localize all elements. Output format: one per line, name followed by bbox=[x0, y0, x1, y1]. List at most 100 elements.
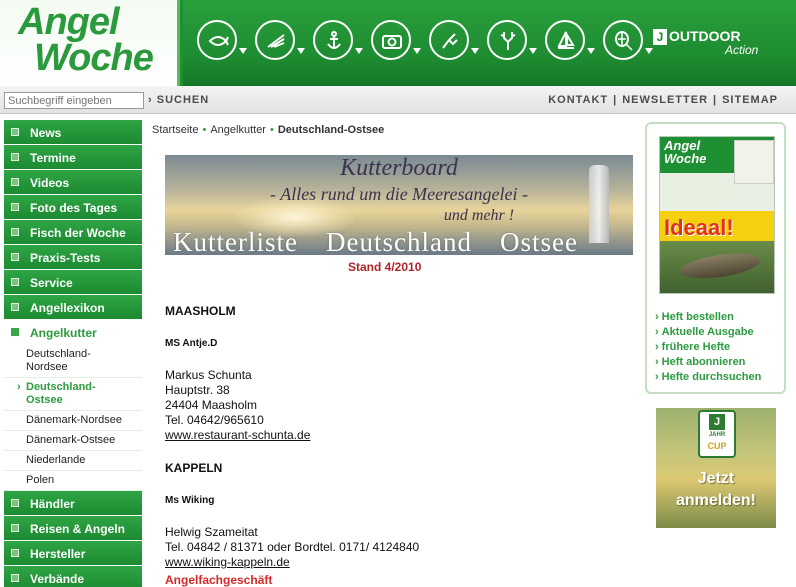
kutter-list: MAASHOLM MS Antje.D Markus Schunta Haupt… bbox=[165, 304, 635, 587]
sidebar-item-foto-des-tages[interactable]: Foto des Tages bbox=[4, 195, 142, 220]
contact-name: Helwig Szameitat bbox=[165, 525, 258, 539]
link-label: Heft bestellen bbox=[661, 311, 734, 323]
cover-logo: Angel Woche bbox=[664, 139, 706, 165]
link-label: Aktuelle Ausgabe bbox=[661, 326, 754, 338]
fishing-icon[interactable] bbox=[193, 18, 251, 66]
sidebar-item-label: Reisen & Angeln bbox=[30, 522, 125, 536]
link-label: frühere Hefte bbox=[661, 341, 731, 353]
sidebar-item-verbaende[interactable]: Verbände bbox=[4, 566, 142, 587]
sidebar-item-label: Fisch der Woche bbox=[30, 226, 126, 240]
sidebar-item-termine[interactable]: Termine bbox=[4, 145, 142, 170]
breadcrumb-separator: • bbox=[202, 124, 207, 136]
badge-cup: CUP bbox=[707, 441, 727, 451]
stand-date: Stand 4/2010 bbox=[348, 260, 422, 274]
sidebar-subitem-daenemark-ostsee[interactable]: Dänemark-Ostsee bbox=[4, 431, 142, 451]
chevron-down-icon[interactable] bbox=[355, 48, 363, 54]
banner-word-kutterliste: Kutterliste bbox=[173, 227, 298, 255]
chevron-down-icon[interactable] bbox=[413, 48, 421, 54]
sidebar-subitem-deutschland-ostsee[interactable]: › Deutschland- Ostsee bbox=[4, 378, 142, 411]
sidebar-subitem-deutschland-nordsee[interactable]: Deutschland- Nordsee bbox=[4, 345, 142, 378]
phone-number: Tel. 04842 / 81371 oder Bordtel. 0171/ 4… bbox=[165, 540, 420, 554]
sidebar-item-label: News bbox=[30, 126, 62, 140]
top-links: KONTAKT | NEWSLETTER | SITEMAP bbox=[548, 94, 778, 106]
banner-subtitle: - Alles rund um die Meeresangelei - bbox=[270, 184, 528, 204]
link-heft-abonnieren[interactable]: › Heft abonnieren bbox=[655, 355, 761, 370]
chevron-down-icon[interactable] bbox=[239, 48, 247, 54]
sidebar-subitem-niederlande[interactable]: Niederlande bbox=[4, 451, 142, 471]
chevron-down-icon[interactable] bbox=[645, 48, 653, 54]
search-bar: › SUCHEN KONTAKT | NEWSLETTER | SITEMAP bbox=[0, 86, 796, 114]
sidebar-item-videos[interactable]: Videos bbox=[4, 170, 142, 195]
sidebar-item-praxis-tests[interactable]: Praxis-Tests bbox=[4, 245, 142, 270]
hunting-icon[interactable] bbox=[425, 18, 483, 66]
square-bullet-icon bbox=[11, 574, 19, 582]
promo-cta: Jetzt anmelden! bbox=[656, 468, 776, 512]
badge-letter: J bbox=[709, 414, 725, 430]
sitemap-link[interactable]: SITEMAP bbox=[722, 94, 778, 106]
sidebar-item-news[interactable]: News bbox=[4, 120, 142, 145]
chevron-down-icon[interactable] bbox=[471, 48, 479, 54]
chevron-down-icon[interactable] bbox=[529, 48, 537, 54]
search-button[interactable]: › SUCHEN bbox=[148, 94, 209, 106]
magazine-cover-image[interactable]: Angel Woche Ideaal! bbox=[659, 136, 775, 294]
sidebar-item-label: Foto des Tages bbox=[30, 201, 118, 215]
breadcrumb-separator: • bbox=[269, 124, 274, 136]
sidebar-item-label: Angelkutter bbox=[30, 326, 97, 340]
sidebar-item-reisen-angeln[interactable]: Reisen & Angeln bbox=[4, 516, 142, 541]
link-fruehere-hefte[interactable]: › frühere Hefte bbox=[655, 340, 761, 355]
link-hefte-durchsuchen[interactable]: › Hefte durchsuchen bbox=[655, 370, 761, 385]
arrow-icon: › bbox=[655, 341, 659, 353]
sidebar-item-label: Verbände bbox=[30, 572, 85, 586]
website-link[interactable]: www.restaurant-schunta.de bbox=[165, 428, 310, 442]
square-bullet-icon bbox=[11, 153, 19, 161]
sidebar-subitem-daenemark-nordsee[interactable]: Dänemark-Nordsee bbox=[4, 411, 142, 431]
phone-number: Tel. 04642/965610 bbox=[165, 413, 264, 427]
website-link[interactable]: www.wiking-kappeln.de bbox=[165, 555, 290, 569]
sidebar-item-service[interactable]: Service bbox=[4, 270, 142, 295]
sidebar-subitem-label-line1: Deutschland- bbox=[26, 381, 96, 393]
chevron-down-icon[interactable] bbox=[297, 48, 305, 54]
contact-name: Markus Schunta bbox=[165, 368, 252, 382]
sidebar-subitem-polen[interactable]: Polen bbox=[4, 471, 142, 491]
sidebar-item-angelkutter[interactable]: Angelkutter bbox=[4, 320, 142, 345]
link-aktuelle-ausgabe[interactable]: › Aktuelle Ausgabe bbox=[655, 325, 761, 340]
section-heading-angelfachgeschaeft: Angelfachgeschäft bbox=[165, 573, 273, 587]
separator: | bbox=[713, 94, 718, 106]
tennis-icon[interactable] bbox=[599, 18, 657, 66]
contact-link[interactable]: KONTAKT bbox=[548, 94, 608, 106]
sidebar-item-haendler[interactable]: Händler bbox=[4, 491, 142, 516]
breadcrumb-current: Deutschland-Ostsee bbox=[277, 124, 385, 136]
region-heading: MAASHOLM bbox=[165, 304, 236, 318]
square-bullet-icon bbox=[11, 128, 19, 136]
sidebar-item-label: Service bbox=[30, 276, 73, 290]
deer-icon[interactable] bbox=[483, 18, 541, 66]
sailing-icon[interactable] bbox=[541, 18, 599, 66]
link-heft-bestellen[interactable]: › Heft bestellen bbox=[655, 310, 761, 325]
square-bullet-icon bbox=[11, 524, 19, 532]
jahr-cup-promo[interactable]: J JAHR CUP Jetzt anmelden! bbox=[656, 408, 776, 528]
cover-news-block bbox=[662, 177, 732, 207]
camera-icon[interactable] bbox=[367, 18, 425, 66]
square-bullet-icon bbox=[11, 253, 19, 261]
cover-logo-line2: Woche bbox=[664, 151, 707, 166]
newsletter-link[interactable]: NEWSLETTER bbox=[622, 94, 708, 106]
search-input[interactable] bbox=[4, 92, 144, 109]
banner-title: Kutterboard bbox=[340, 155, 458, 181]
breadcrumb-angelkutter[interactable]: Angelkutter bbox=[210, 124, 266, 136]
outdoor-action-logo[interactable]: J OUTDOOR Action bbox=[653, 28, 758, 57]
fly-fishing-icon[interactable] bbox=[251, 18, 309, 66]
logo-text-line1: Angel bbox=[18, 1, 120, 43]
sidebar-item-angellexikon[interactable]: Angellexikon bbox=[4, 295, 142, 320]
sidebar-item-fisch-der-woche[interactable]: Fisch der Woche bbox=[4, 220, 142, 245]
logo-area[interactable]: Angel Woche bbox=[0, 0, 180, 86]
angelwoche-logo[interactable]: Angel Woche bbox=[18, 1, 154, 77]
separator: | bbox=[613, 94, 618, 106]
category-icon-bar: J OUTDOOR Action bbox=[183, 0, 796, 86]
breadcrumb-home[interactable]: Startseite bbox=[152, 124, 198, 136]
sidebar-item-hersteller[interactable]: Hersteller bbox=[4, 541, 142, 566]
arrow-icon: › bbox=[655, 326, 659, 338]
ship-name: MS Antje.D bbox=[165, 338, 218, 349]
anchor-icon[interactable] bbox=[309, 18, 367, 66]
sidebar-subitem-label: Dänemark-Nordsee bbox=[26, 414, 122, 426]
chevron-down-icon[interactable] bbox=[587, 48, 595, 54]
